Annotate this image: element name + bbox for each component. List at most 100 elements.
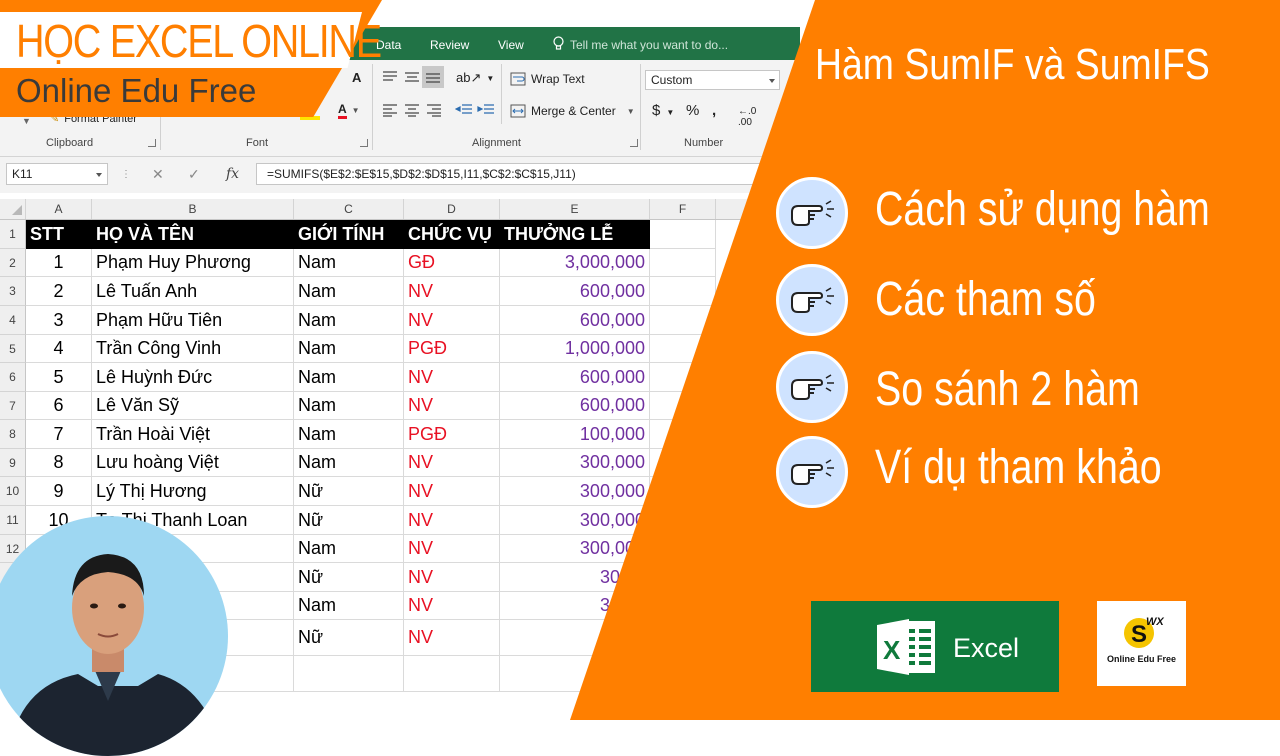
cell-name[interactable]: Phạm Hữu Tiên [92,306,294,335]
header-cell[interactable]: HỌ VÀ TÊN [92,220,294,249]
cell-gender[interactable]: Nam [294,363,404,392]
cell-stt[interactable]: 8 [26,449,92,477]
cell-name[interactable]: Lê Tuấn Anh [92,277,294,306]
column-header-e[interactable]: E [500,199,650,219]
row-header[interactable]: 6 [0,363,26,392]
cell-role[interactable]: NV [404,592,500,620]
cell-name[interactable]: Trần Hoài Việt [92,420,294,449]
cell-empty[interactable] [650,249,716,277]
align-bottom-button[interactable] [422,66,444,88]
column-header-d[interactable]: D [404,199,500,219]
insert-function-button[interactable]: fx [226,166,239,182]
cell-stt[interactable]: 5 [26,363,92,392]
cell-name[interactable]: Lưu hoàng Việt [92,449,294,477]
cell-gender[interactable]: Nam [294,420,404,449]
cell-gender[interactable]: Nữ [294,506,404,535]
formula-input[interactable]: =SUMIFS($E$2:$E$15,$D$2:$D$15,I11,$C$2:$… [256,163,800,185]
header-cell[interactable]: STT [26,220,92,249]
row-header[interactable]: 1 [0,220,26,249]
alignment-launcher-icon[interactable] [630,139,638,147]
align-center-icon[interactable] [403,103,421,117]
percent-button[interactable]: % [686,102,699,119]
cell-role[interactable]: PGĐ [404,335,500,363]
cell-stt[interactable]: 9 [26,477,92,506]
cell-gender[interactable]: Nam [294,306,404,335]
cell-stt[interactable]: 7 [26,420,92,449]
cell-role[interactable]: NV [404,620,500,656]
cell-name[interactable]: Lê Huỳnh Đức [92,363,294,392]
cell-name[interactable]: Lý Thị Hương [92,477,294,506]
align-top-icon[interactable] [381,70,399,84]
cell-stt[interactable]: 4 [26,335,92,363]
column-header-f[interactable]: F [650,199,716,219]
cell-gender[interactable]: Nữ [294,477,404,506]
row-header[interactable]: 5 [0,335,26,363]
cell-name[interactable]: Trần Công Vinh [92,335,294,363]
select-all-corner[interactable] [0,199,26,219]
row-header[interactable]: 9 [0,449,26,477]
wrap-text-button[interactable]: Wrap Text [510,72,585,86]
confirm-formula-icon[interactable]: ✓ [188,166,200,183]
cell-bonus[interactable]: 600,000 [500,306,650,335]
header-cell[interactable]: THƯỞNG LỄ [500,220,650,249]
header-cell[interactable]: GIỚI TÍNH [294,220,404,249]
cancel-formula-icon[interactable]: ✕ [152,166,164,183]
cell-gender[interactable]: Nam [294,249,404,277]
column-header-a[interactable]: A [26,199,92,219]
cell-stt[interactable]: 6 [26,392,92,420]
cell-bonus[interactable]: 600,000 [500,392,650,420]
cell-role[interactable]: PGĐ [404,420,500,449]
cell-bonus[interactable]: 1,000,000 [500,335,650,363]
tell-me-search[interactable]: Tell me what you want to do... [570,38,728,52]
cell-gender[interactable]: Nữ [294,563,404,592]
cell-gender[interactable]: Nam [294,335,404,363]
align-left-icon[interactable] [381,103,399,117]
row-header[interactable]: 4 [0,306,26,335]
name-box[interactable]: K11 [6,163,108,185]
cell-role[interactable]: NV [404,477,500,506]
cell-bonus[interactable]: 100,000 [500,420,650,449]
column-header-b[interactable]: B [92,199,294,219]
font-color-button[interactable]: A ▼ [338,102,360,119]
cell-stt[interactable]: 2 [26,277,92,306]
row-header[interactable]: 2 [0,249,26,277]
paste-dropdown-icon[interactable]: ▼ [22,116,31,126]
tab-view[interactable]: View [498,38,524,52]
cell-bonus[interactable]: 300,000 [500,477,650,506]
cell-role[interactable]: NV [404,506,500,535]
cell-name[interactable]: Phạm Huy Phương [92,249,294,277]
increase-decimal-icon[interactable]: ←.0.00 [738,106,756,128]
cell-empty[interactable] [404,656,500,692]
font-size-up-icon[interactable]: A [352,70,361,85]
cell-role[interactable]: NV [404,563,500,592]
cell-gender[interactable]: Nam [294,392,404,420]
number-format-select[interactable]: Custom [645,70,780,90]
cell-bonus[interactable]: 3,000,000 [500,249,650,277]
row-header[interactable]: 10 [0,477,26,506]
cell-stt[interactable]: 1 [26,249,92,277]
cell-gender[interactable]: Nam [294,449,404,477]
header-cell[interactable]: CHỨC VỤ [404,220,500,249]
cell-bonus[interactable]: 600,000 [500,277,650,306]
cell-role[interactable]: NV [404,277,500,306]
cell-empty[interactable] [294,656,404,692]
row-header[interactable]: 3 [0,277,26,306]
cell-gender[interactable]: Nữ [294,620,404,656]
row-header[interactable]: 7 [0,392,26,420]
clipboard-launcher-icon[interactable] [148,139,156,147]
cell-role[interactable]: NV [404,392,500,420]
cell-empty[interactable] [650,277,716,306]
cell-role[interactable]: NV [404,363,500,392]
cell-gender[interactable]: Nam [294,277,404,306]
increase-indent-icon[interactable] [477,103,495,117]
cell-gender[interactable]: Nam [294,592,404,620]
currency-button[interactable]: $ ▼ [652,102,674,119]
align-right-icon[interactable] [425,103,443,117]
cell-bonus[interactable]: 300,000 [500,506,650,535]
cell-role[interactable]: GĐ [404,249,500,277]
cell-role[interactable]: NV [404,306,500,335]
comma-button[interactable]: , [712,102,716,119]
font-launcher-icon[interactable] [360,139,368,147]
cell-name[interactable]: Lê Văn Sỹ [92,392,294,420]
cell-stt[interactable]: 3 [26,306,92,335]
